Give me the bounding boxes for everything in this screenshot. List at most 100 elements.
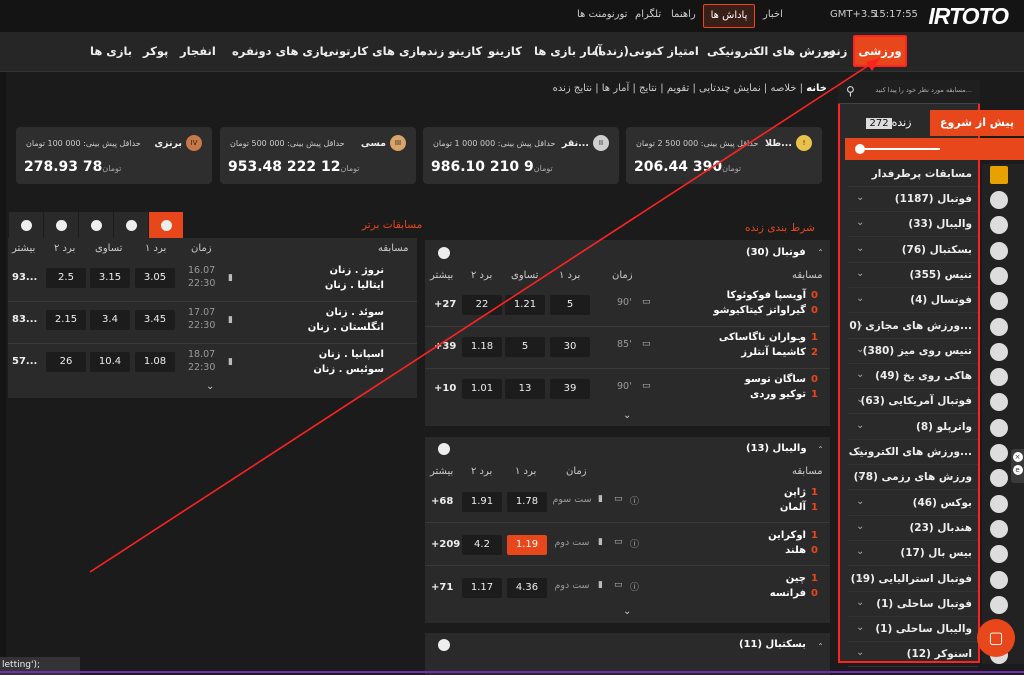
tv-icon[interactable]: ▭ <box>614 537 623 547</box>
telegram-link[interactable]: تلگرام <box>635 9 661 20</box>
sidebar-item[interactable]: هاکی روی یخ (49) ⌄ <box>848 364 978 390</box>
away-team[interactable]: گیراواتز کیتاکیوشو <box>713 305 806 316</box>
chevron-down-icon[interactable]: ⌄ <box>856 597 864 608</box>
nav-live-points[interactable]: امتیاز کنونی(زنده) <box>594 44 699 58</box>
away-team[interactable]: فرانسه <box>770 588 806 599</box>
home-team[interactable]: اسپانیا . زنان <box>319 349 384 360</box>
tv-icon[interactable]: ▭ <box>642 381 651 391</box>
sidebar-item[interactable]: ورزش های رزمی (78) ⌄ <box>848 465 978 491</box>
odd-w2[interactable]: 22 <box>462 295 502 315</box>
guide-link[interactable]: راهنما <box>671 9 696 20</box>
nav-games[interactable]: بازی ها <box>90 44 132 58</box>
odd-w2[interactable]: 26 <box>46 352 86 372</box>
volleyball-group-title[interactable]: والیبال (13) <box>746 443 807 454</box>
odd-w1[interactable]: 30 <box>550 337 590 357</box>
tab-tennis[interactable] <box>114 212 148 238</box>
close-icon[interactable]: × <box>1012 452 1023 462</box>
more-markets[interactable]: 83... <box>12 314 37 325</box>
info-icon[interactable]: ⓘ <box>630 494 639 507</box>
crumb-summary[interactable]: خلاصه <box>770 83 796 94</box>
away-team[interactable]: هلند <box>785 545 806 556</box>
more-markets[interactable]: 93... <box>12 272 37 283</box>
more-markets[interactable]: +39 <box>434 341 456 352</box>
chevron-down-icon[interactable]: ⌄ <box>856 293 864 304</box>
side-widget[interactable]: × e <box>1011 449 1024 483</box>
odd-w1[interactable]: 3.05 <box>135 268 175 288</box>
odd-draw[interactable]: 3.15 <box>90 268 130 288</box>
crumb-stats[interactable]: آمار ها <box>602 83 630 94</box>
nav-sport-tab[interactable]: ورزشی <box>853 35 907 67</box>
site-logo[interactable]: IRTOTO <box>928 3 1009 30</box>
chevron-down-icon[interactable]: ⌄ <box>856 268 864 279</box>
chevron-down-icon[interactable]: ⌄ <box>856 445 864 456</box>
sidebar-item[interactable]: بوکس (46) ⌄ <box>848 491 978 516</box>
odd-w2[interactable]: 1.18 <box>462 337 502 357</box>
crumb-calendar[interactable]: تقویم <box>667 83 689 94</box>
tab-prematch[interactable]: پیش از شروع <box>930 110 1024 136</box>
home-team[interactable]: چین <box>786 573 806 584</box>
more-markets[interactable]: +209 <box>431 539 460 550</box>
info-icon[interactable]: e <box>1012 465 1023 475</box>
nav-crash[interactable]: انفجار <box>180 44 216 58</box>
odd-w1[interactable]: 4.36 <box>507 578 547 598</box>
sidebar-item[interactable]: فوتبال ساحلی (1) ⌄ <box>848 592 978 617</box>
sidebar-item[interactable]: والیبال ساحلی (1) ⌄ <box>848 617 978 643</box>
odd-w1[interactable]: 3.45 <box>135 310 175 330</box>
chevron-up-icon[interactable]: ˆ <box>818 249 823 260</box>
odd-draw[interactable]: 1.21 <box>505 295 545 315</box>
chevron-down-icon[interactable]: ⌄ <box>856 647 864 658</box>
tab-handball[interactable] <box>9 212 43 238</box>
tab-basketball[interactable] <box>79 212 113 238</box>
away-team[interactable]: سوئیس . زنان <box>313 364 384 375</box>
tv-icon[interactable]: ▭ <box>614 494 623 504</box>
home-team[interactable]: نروژ . زنان <box>329 265 384 276</box>
chevron-down-icon[interactable]: ⌄ <box>856 572 864 583</box>
chevron-up-icon[interactable]: ˆ <box>818 643 823 654</box>
bonus-card[interactable]: ! طلا... حداقل پیش بینی: 000 500 2 تومان تو… <box>626 127 822 184</box>
nav-casino[interactable]: کازینو <box>488 44 522 58</box>
crumb-home[interactable]: خانه <box>806 83 827 94</box>
slider-handle[interactable] <box>855 144 865 154</box>
chevron-down-icon[interactable]: ⌄ <box>856 420 864 431</box>
chevron-down-icon[interactable]: ⌄ <box>206 381 214 392</box>
sidebar-item[interactable]: والیبال (33) ⌄ <box>848 212 978 238</box>
away-team[interactable]: ایتالیا . زنان <box>325 280 384 291</box>
odd-draw[interactable]: 3.4 <box>90 310 130 330</box>
more-markets[interactable]: +68 <box>431 496 453 507</box>
tv-icon[interactable]: ▭ <box>642 339 651 349</box>
nav-esports[interactable]: ورزش های الکترونیکی <box>707 44 835 58</box>
home-team[interactable]: ساگان توسو <box>745 374 806 385</box>
crumb-results[interactable]: نتایج <box>639 83 657 94</box>
crumb-multiview[interactable]: نمایش چندتایی <box>699 83 761 94</box>
nav-poker[interactable]: پوکر <box>143 44 168 58</box>
stats-icon[interactable]: ▮ <box>228 273 233 283</box>
home-team[interactable]: ژاپن <box>784 487 806 498</box>
sidebar-item[interactable]: فوتسال (4) ⌄ <box>848 288 978 314</box>
sidebar-item[interactable]: فوتبال آمریکایی (63) ⌄ <box>848 389 978 415</box>
odd-w2[interactable]: 1.17 <box>462 578 502 598</box>
chevron-down-icon[interactable]: ⌄ <box>856 319 864 330</box>
sidebar-item[interactable]: فوتبال (1187) ⌄ <box>848 187 978 212</box>
sidebar-item[interactable]: اسنوکر (12) ⌄ <box>848 642 978 668</box>
nav-live-casino[interactable]: کازینو زنده <box>420 44 482 58</box>
chat-button[interactable]: ▢ <box>977 619 1015 657</box>
odd-w1[interactable]: 1.08 <box>135 352 175 372</box>
nav-game-stats[interactable]: آمار بازی ها <box>534 44 602 58</box>
home-team[interactable]: سوئد . زنان <box>326 307 384 318</box>
chevron-down-icon[interactable]: ⌄ <box>856 192 864 203</box>
sidebar-item[interactable]: هندبال (23) ⌄ <box>848 516 978 541</box>
away-team[interactable]: کاشیما آنتلرز <box>741 347 806 358</box>
chevron-down-icon[interactable]: ⌄ <box>856 344 864 355</box>
chevron-down-icon[interactable]: ⌄ <box>856 217 864 228</box>
odd-w1[interactable]: 1.78 <box>507 492 547 512</box>
odd-draw[interactable]: 13 <box>505 379 545 399</box>
bonus-card[interactable]: III مسی حداقل پیش بینی: 000 500 تومان تومان… <box>220 127 416 184</box>
bonus-card[interactable]: II نقر... حداقل پیش بینی: 000 000 1 تومان ت… <box>423 127 619 184</box>
tv-icon[interactable]: ▭ <box>614 580 623 590</box>
odd-w1[interactable]: 39 <box>550 379 590 399</box>
sidebar-item[interactable]: فوتبال استرالیایی (19) ⌄ <box>848 567 978 592</box>
football-group-title[interactable]: فوتبال (30) <box>746 247 806 258</box>
stats-icon[interactable]: ▮ <box>228 357 233 367</box>
search-box[interactable]: مسابقه مورد نظر خود را پیدا کنید... ⚲ <box>838 80 980 104</box>
sidebar-item-popular[interactable]: مسابقات پرطرفدار <box>848 162 978 187</box>
